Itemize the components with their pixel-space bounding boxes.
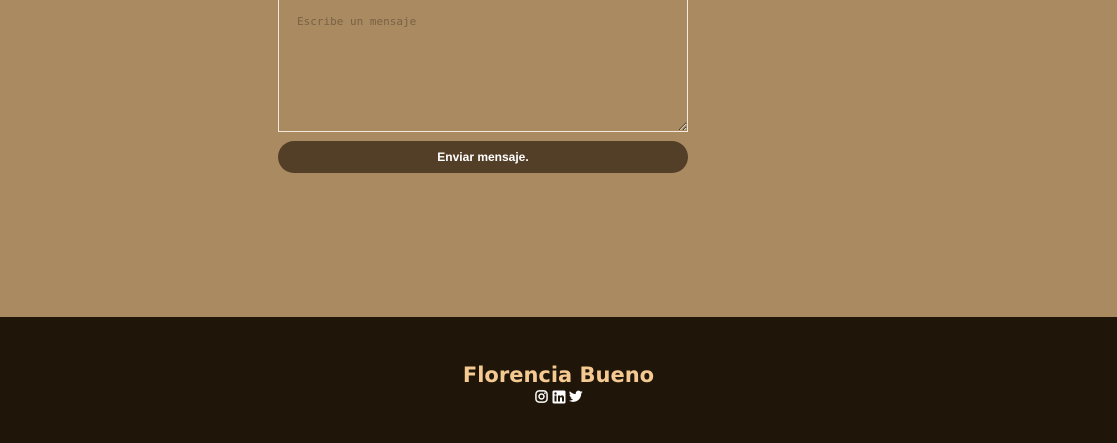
send-message-button[interactable]: Enviar mensaje. — [278, 141, 688, 173]
instagram-icon — [535, 390, 548, 403]
instagram-link[interactable] — [535, 390, 549, 404]
social-links — [0, 389, 1117, 404]
twitter-link[interactable] — [568, 390, 583, 404]
linkedin-link[interactable] — [552, 390, 566, 404]
contact-section: Enviar mensaje. — [0, 0, 1117, 317]
site-footer: Florencia Bueno — [0, 317, 1117, 443]
linkedin-icon — [552, 390, 565, 403]
twitter-icon — [568, 390, 583, 402]
footer-name: Florencia Bueno — [462, 363, 655, 387]
message-textarea[interactable] — [278, 0, 688, 132]
